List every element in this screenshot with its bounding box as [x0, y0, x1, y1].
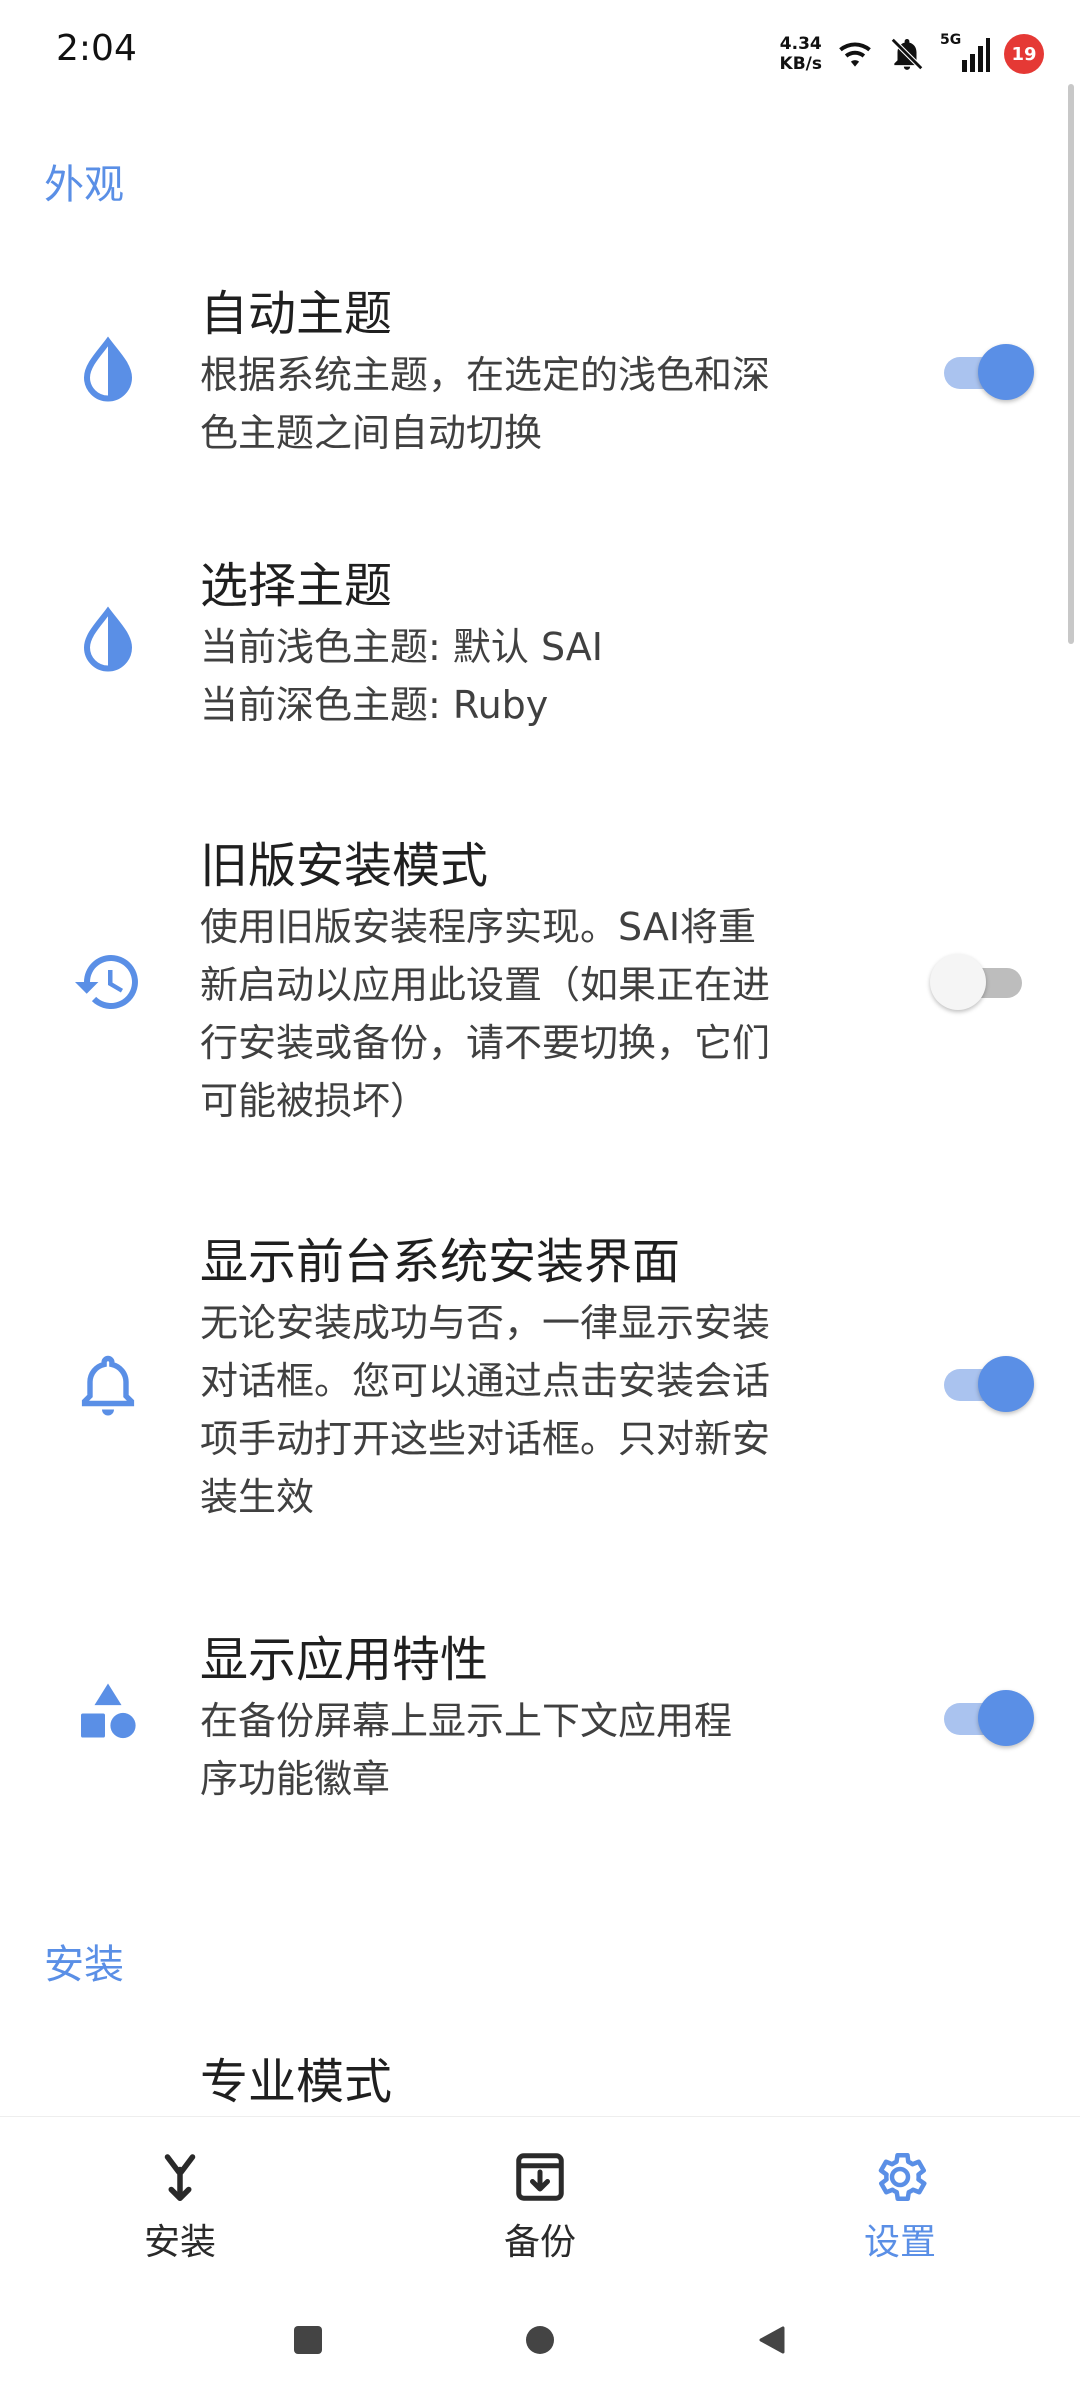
setting-subtitle-line: 可能被损坏） [200, 1079, 429, 1123]
setting-auto-theme[interactable]: 自动主题 根据系统主题，在选定的浅色和深 色主题之间自动切换 [0, 272, 1080, 472]
network-speed-unit: KB/s [779, 54, 822, 74]
toggle-thumb [978, 344, 1034, 400]
setting-title: 专业模式 [200, 2054, 393, 2110]
show-app-features-toggle[interactable] [934, 1688, 1034, 1748]
setting-title: 显示应用特性 [200, 1632, 489, 1688]
setting-legacy-install-text: 旧版安装模式 使用旧版安装程序实现。SAI将重 新启动以应用此设置（如果正在进 … [200, 834, 860, 1130]
water-drop-icon [72, 334, 144, 406]
install-icon [164, 2154, 196, 2201]
bottom-navigation: 安装 备份 设置 [0, 2116, 1080, 2280]
backup-icon [516, 2153, 564, 2201]
setting-subtitle-line: 当前浅色主题: 默认 SAI [200, 625, 603, 669]
circle-icon [526, 2326, 554, 2354]
setting-title: 自动主题 [200, 286, 393, 342]
nav-item-backup[interactable]: 备份 [360, 2117, 720, 2281]
section-header-appearance: 外观 [44, 162, 124, 208]
setting-subtitle-line: 新启动以应用此设置（如果正在进 [200, 963, 771, 1007]
show-system-install-ui-toggle[interactable] [934, 1354, 1034, 1414]
setting-subtitle-line: 在备份屏幕上显示上下文应用程 [200, 1699, 733, 1743]
setting-subtitle-line: 对话框。您可以通过点击安装会话 [200, 1359, 771, 1403]
setting-show-app-features[interactable]: 显示应用特性 在备份屏幕上显示上下文应用程 序功能徽章 [0, 1622, 1080, 1822]
setting-auto-theme-text: 自动主题 根据系统主题，在选定的浅色和深 色主题之间自动切换 [200, 282, 860, 462]
setting-subtitle-line: 序功能徽章 [200, 1757, 391, 1801]
setting-title: 旧版安装模式 [200, 838, 489, 894]
setting-subtitle-line: 使用旧版安装程序实现。SAI将重 [200, 905, 757, 949]
status-bar: 2:04 4.34 KB/s 5G 19 [0, 0, 1080, 110]
nav-label: 设置 [863, 2222, 936, 2263]
water-drop-icon [72, 604, 144, 676]
recents-button[interactable] [284, 2316, 332, 2364]
nav-label: 备份 [503, 2222, 576, 2263]
settings-screen: 2:04 4.34 KB/s 5G 19 外观 自动主题 根据系统主题，在选定的… [0, 0, 1080, 2400]
status-time: 2:04 [56, 28, 137, 69]
setting-show-system-install-ui-text: 显示前台系统安装界面 无论安装成功与否，一律显示安装 对话框。您可以通过点击安装… [200, 1230, 860, 1526]
setting-subtitle-line: 行安装或备份，请不要切换，它们 [200, 1021, 771, 1065]
back-button[interactable] [748, 2316, 796, 2364]
toggle-thumb [930, 954, 986, 1010]
setting-subtitle-line: 无论安装成功与否，一律显示安装 [200, 1301, 771, 1345]
setting-show-system-install-ui[interactable]: 显示前台系统安装界面 无论安装成功与否，一律显示安装 对话框。您可以通过点击安装… [0, 1226, 1080, 1546]
nav-item-settings[interactable]: 设置 [720, 2117, 1080, 2281]
setting-title: 选择主题 [200, 558, 393, 614]
home-button[interactable] [516, 2316, 564, 2364]
notification-badge: 19 [1004, 34, 1044, 74]
network-speed: 4.34 KB/s [780, 34, 822, 74]
status-icons: 4.34 KB/s 5G 19 [780, 26, 1044, 82]
setting-subtitle-line: 装生效 [200, 1475, 315, 1519]
nav-label: 安装 [143, 2222, 216, 2263]
setting-subtitle-line: 当前深色主题: Ruby [200, 683, 549, 727]
back-triangle-icon [759, 2326, 785, 2354]
bell-icon [72, 1348, 144, 1420]
shapes-icon [72, 1676, 144, 1748]
history-icon [72, 946, 144, 1018]
setting-subtitle-line: 项手动打开这些对话框。只对新安 [200, 1417, 771, 1461]
auto-theme-toggle[interactable] [934, 342, 1034, 402]
toggle-thumb [978, 1690, 1034, 1746]
setting-subtitle-line: 根据系统主题，在选定的浅色和深 [200, 353, 771, 397]
gear-icon [878, 2153, 927, 2201]
setting-pro-mode-text: 专业模式 [200, 2050, 860, 2114]
setting-choose-theme-text: 选择主题 当前浅色主题: 默认 SAI 当前深色主题: Ruby [200, 554, 860, 734]
setting-title: 显示前台系统安装界面 [200, 1234, 681, 1290]
square-icon [294, 2326, 322, 2354]
toggle-thumb [978, 1356, 1034, 1412]
wifi-icon [839, 42, 871, 67]
signal-icon: 5G [940, 32, 990, 74]
system-navigation-bar [0, 2280, 1080, 2400]
legacy-install-toggle[interactable] [930, 952, 1026, 1012]
setting-choose-theme[interactable]: 选择主题 当前浅色主题: 默认 SAI 当前深色主题: Ruby [0, 548, 1080, 748]
setting-pro-mode[interactable]: 专业模式 [0, 2050, 1080, 2116]
network-type: 5G [940, 32, 962, 48]
setting-show-app-features-text: 显示应用特性 在备份屏幕上显示上下文应用程 序功能徽章 [200, 1628, 860, 1808]
nav-item-install[interactable]: 安装 [0, 2117, 360, 2281]
setting-subtitle-line: 色主题之间自动切换 [200, 411, 543, 455]
bell-muted-icon [890, 37, 924, 71]
network-speed-value: 4.34 [779, 34, 822, 54]
setting-legacy-install[interactable]: 旧版安装模式 使用旧版安装程序实现。SAI将重 新启动以应用此设置（如果正在进 … [0, 828, 1080, 1148]
section-header-install: 安装 [44, 1942, 124, 1988]
